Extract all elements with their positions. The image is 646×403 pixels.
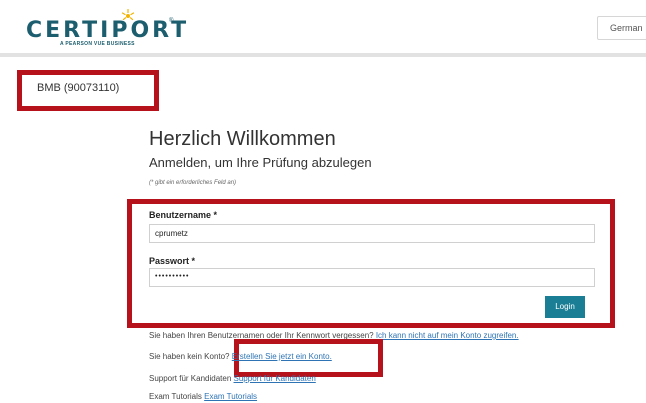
- page-title: Herzlich Willkommen: [149, 128, 336, 150]
- username-field[interactable]: cprumetz: [149, 224, 595, 243]
- tutorials-line: Exam Tutorials Exam Tutorials: [149, 392, 257, 401]
- candidate-support-link[interactable]: Support für Kandidaten: [234, 374, 316, 383]
- support-line: Support für Kandidaten Support für Kandi…: [149, 374, 316, 383]
- password-field[interactable]: ••••••••••: [149, 268, 595, 287]
- certiport-logo[interactable]: CERTIPORT ® A PEARSON VUE BUSINESS: [26, 8, 186, 50]
- support-text: Support für Kandidaten: [149, 374, 232, 383]
- language-selector[interactable]: German: [597, 16, 646, 40]
- header-divider: [0, 53, 646, 57]
- password-label: Passwort *: [149, 256, 196, 266]
- no-account-line: Sie haben kein Konto? Erstellen Sie jetz…: [149, 352, 332, 361]
- login-button[interactable]: Login: [545, 296, 585, 318]
- site-header: CERTIPORT ® A PEARSON VUE BUSINESS Germa…: [0, 0, 646, 54]
- logo-tagline: A PEARSON VUE BUSINESS: [60, 41, 135, 47]
- logo-wordmark: CERTIPORT: [26, 18, 190, 43]
- required-field-note: (* gibt ein erforderliches Feld an): [149, 180, 237, 186]
- create-account-link[interactable]: Erstellen Sie jetzt ein Konto.: [232, 352, 332, 361]
- organization-code: BMB (90073110): [37, 82, 120, 94]
- tutorials-text: Exam Tutorials: [149, 392, 202, 401]
- logo-trademark: ®: [169, 18, 174, 24]
- account-access-link[interactable]: Ich kann nicht auf mein Konto zugreifen.: [376, 331, 519, 340]
- exam-tutorials-link[interactable]: Exam Tutorials: [204, 392, 257, 401]
- username-label: Benutzername *: [149, 210, 218, 220]
- page-subtitle: Anmelden, um Ihre Prüfung abzulegen: [149, 155, 372, 170]
- no-account-text: Sie haben kein Konto?: [149, 352, 230, 361]
